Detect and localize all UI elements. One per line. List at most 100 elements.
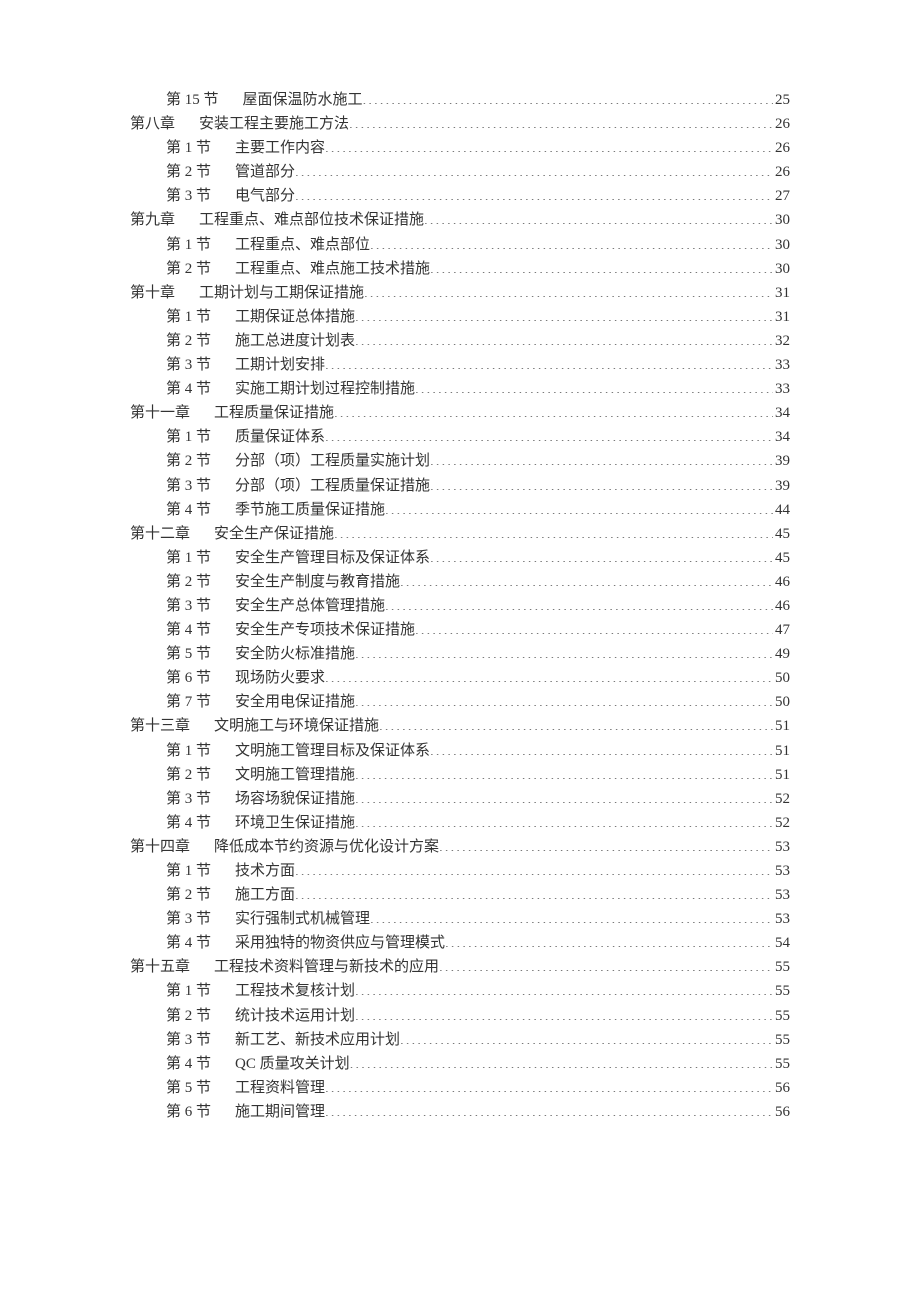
toc-entry[interactable]: 第 2 节施工方面53	[130, 883, 790, 907]
toc-entry[interactable]: 第 2 节管道部分26	[130, 160, 790, 184]
toc-entry-page: 30	[773, 257, 790, 281]
toc-entry-title: 工期计划安排	[235, 353, 325, 377]
toc-entry[interactable]: 第 1 节主要工作内容26	[130, 136, 790, 160]
toc-entry[interactable]: 第 3 节新工艺、新技术应用计划55	[130, 1028, 790, 1052]
toc-entry[interactable]: 第 4 节QC 质量攻关计划55	[130, 1052, 790, 1076]
toc-entry-title: 主要工作内容	[235, 136, 325, 160]
toc-entry-page: 26	[773, 136, 790, 160]
toc-entry[interactable]: 第十一章工程质量保证措施34	[130, 401, 790, 425]
toc-entry[interactable]: 第 1 节文明施工管理目标及保证体系51	[130, 739, 790, 763]
toc-entry[interactable]: 第 3 节场容场貌保证措施52	[130, 787, 790, 811]
toc-entry-label: 第十三章	[130, 714, 190, 738]
toc-entry-label: 第九章	[130, 208, 175, 232]
toc-entry-label: 第 6 节	[166, 666, 211, 690]
toc-entry[interactable]: 第 4 节安全生产专项技术保证措施47	[130, 618, 790, 642]
toc-entry[interactable]: 第 4 节环境卫生保证措施52	[130, 811, 790, 835]
toc-entry-title: 工程技术复核计划	[235, 979, 355, 1003]
toc-entry[interactable]: 第 1 节质量保证体系34	[130, 425, 790, 449]
toc-entry[interactable]: 第 2 节统计技术运用计划55	[130, 1004, 790, 1028]
toc-leader-dots	[430, 740, 773, 755]
toc-leader-dots	[295, 884, 773, 899]
toc-entry[interactable]: 第 1 节技术方面53	[130, 859, 790, 883]
toc-entry[interactable]: 第十二章安全生产保证措施45	[130, 522, 790, 546]
toc-entry-page: 39	[773, 449, 790, 473]
toc-entry-title: 工程重点、难点部位技术保证措施	[199, 208, 424, 232]
toc-entry[interactable]: 第 2 节施工总进度计划表32	[130, 329, 790, 353]
toc-entry-label: 第 4 节	[166, 377, 211, 401]
toc-entry-page: 56	[773, 1076, 790, 1100]
toc-entry[interactable]: 第 6 节现场防火要求 50	[130, 666, 790, 690]
toc-entry-page: 55	[773, 1052, 790, 1076]
toc-entry-label: 第 1 节	[166, 425, 211, 449]
toc-entry-label: 第十一章	[130, 401, 190, 425]
toc-entry-title: 文明施工管理目标及保证体系	[235, 739, 430, 763]
toc-entry[interactable]: 第 3 节电气部分27	[130, 184, 790, 208]
toc-entry[interactable]: 第十五章工程技术资料管理与新技术的应用55	[130, 955, 790, 979]
toc-leader-dots	[350, 1053, 773, 1068]
toc-entry-page: 50	[773, 690, 790, 714]
toc-entry-page: 51	[773, 763, 790, 787]
toc-entry-title: 分部（项）工程质量实施计划	[235, 449, 430, 473]
toc-entry-title: 电气部分	[235, 184, 295, 208]
toc-entry[interactable]: 第 2 节安全生产制度与教育措施46	[130, 570, 790, 594]
toc-entry[interactable]: 第 1 节工程重点、难点部位30	[130, 233, 790, 257]
toc-entry[interactable]: 第九章工程重点、难点部位技术保证措施30	[130, 208, 790, 232]
toc-entry[interactable]: 第 1 节安全生产管理目标及保证体系45	[130, 546, 790, 570]
toc-entry-page: 53	[773, 907, 790, 931]
toc-entry[interactable]: 第 1 节工程技术复核计划55	[130, 979, 790, 1003]
toc-entry[interactable]: 第 3 节安全生产总体管理措施46	[130, 594, 790, 618]
toc-leader-dots	[364, 282, 773, 297]
toc-entry[interactable]: 第 2 节文明施工管理措施51	[130, 763, 790, 787]
toc-page: 第 15 节屋面保温防水施工25第八章安装工程主要施工方法26第 1 节主要工作…	[0, 0, 920, 1302]
toc-entry[interactable]: 第 2 节工程重点、难点施工技术措施30	[130, 257, 790, 281]
toc-entry[interactable]: 第八章安装工程主要施工方法26	[130, 112, 790, 136]
toc-entry[interactable]: 第 3 节工期计划安排33	[130, 353, 790, 377]
toc-entry-page: 55	[773, 955, 790, 979]
toc-entry-title: 季节施工质量保证措施	[235, 498, 385, 522]
toc-entry[interactable]: 第 15 节屋面保温防水施工25	[130, 88, 790, 112]
toc-leader-dots	[355, 980, 773, 995]
toc-entry[interactable]: 第 3 节分部（项）工程质量保证措施39	[130, 474, 790, 498]
toc-entry-label: 第十二章	[130, 522, 190, 546]
toc-entry-title: 工程技术资料管理与新技术的应用	[214, 955, 439, 979]
toc-entry-title: 现场防火要求	[235, 666, 325, 690]
toc-entry[interactable]: 第 5 节工程资料管理56	[130, 1076, 790, 1100]
toc-leader-dots	[355, 1005, 773, 1020]
toc-entry[interactable]: 第 3 节实行强制式机械管理53	[130, 907, 790, 931]
toc-entry[interactable]: 第 1 节工期保证总体措施31	[130, 305, 790, 329]
toc-entry-title: 安全防火标准措施	[235, 642, 355, 666]
toc-leader-dots	[430, 258, 773, 273]
toc-entry[interactable]: 第 2 节分部（项）工程质量实施计划39	[130, 449, 790, 473]
toc-entry-page: 33	[773, 353, 790, 377]
toc-entry-page: 56	[773, 1100, 790, 1124]
toc-leader-dots	[430, 547, 773, 562]
toc-entry-page: 53	[773, 883, 790, 907]
toc-entry[interactable]: 第十三章文明施工与环境保证措施51	[130, 714, 790, 738]
toc-entry-label: 第 4 节	[166, 811, 211, 835]
toc-entry[interactable]: 第 6 节施工期间管理56	[130, 1100, 790, 1124]
toc-entry-label: 第 3 节	[166, 474, 211, 498]
toc-leader-dots	[415, 378, 773, 393]
toc-leader-dots	[400, 1029, 773, 1044]
toc-entry-title: 技术方面	[235, 859, 295, 883]
toc-entry[interactable]: 第 4 节季节施工质量保证措施44	[130, 498, 790, 522]
toc-entry-title: 屋面保温防水施工	[243, 88, 363, 112]
toc-entry[interactable]: 第 7 节安全用电保证措施50	[130, 690, 790, 714]
toc-entry-page: 52	[773, 811, 790, 835]
toc-entry-label: 第十四章	[130, 835, 190, 859]
toc-entry-title: 施工期间管理	[235, 1100, 325, 1124]
toc-entry[interactable]: 第 5 节安全防火标准措施49	[130, 642, 790, 666]
toc-entry-label: 第 3 节	[166, 787, 211, 811]
toc-entry[interactable]: 第十四章降低成本节约资源与优化设计方案53	[130, 835, 790, 859]
toc-entry-label: 第 1 节	[166, 739, 211, 763]
toc-entry-title: 降低成本节约资源与优化设计方案	[214, 835, 439, 859]
toc-entry[interactable]: 第十章工期计划与工期保证措施31	[130, 281, 790, 305]
toc-entry-page: 26	[773, 112, 790, 136]
toc-entry[interactable]: 第 4 节实施工期计划过程控制措施33	[130, 377, 790, 401]
toc-leader-dots	[355, 330, 773, 345]
toc-entry[interactable]: 第 4 节采用独特的物资供应与管理模式54	[130, 931, 790, 955]
toc-entry-title: 安装工程主要施工方法	[199, 112, 349, 136]
toc-entry-page: 50	[773, 666, 790, 690]
toc-entry-label: 第 4 节	[166, 1052, 211, 1076]
toc-entry-page: 34	[773, 425, 790, 449]
